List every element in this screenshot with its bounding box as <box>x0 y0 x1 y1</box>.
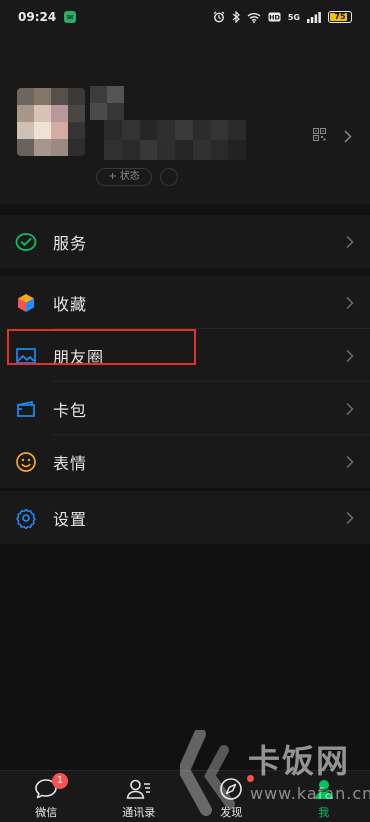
chevron-right-icon <box>346 235 354 248</box>
menu-item-settings[interactable]: 设置 <box>0 491 370 544</box>
add-status-button[interactable]: + 状态 <box>96 168 152 186</box>
unread-badge: 1 <box>52 773 68 789</box>
wifi-icon <box>247 12 261 23</box>
menu-item-favorites[interactable]: 收藏 <box>0 276 370 329</box>
battery-level: 75 <box>334 12 346 21</box>
alarm-icon <box>213 11 225 23</box>
svg-text:HD: HD <box>269 14 280 22</box>
nav-label: 发现 <box>220 806 243 819</box>
nickname-blurred <box>90 86 124 120</box>
status-right: HD 5G 75 <box>213 11 352 23</box>
nav-label: 微信 <box>35 806 58 819</box>
wechat-id-blurred <box>104 120 246 160</box>
qr-code-icon[interactable] <box>313 128 326 141</box>
menu-group-settings: 设置 <box>0 491 370 544</box>
profile-header[interactable]: + 状态 <box>0 34 370 204</box>
contacts-person-icon <box>126 776 152 802</box>
menu-group-services: 服务 <box>0 215 370 268</box>
menu-group-main: 收藏 朋友圈 卡包 表情 <box>0 276 370 488</box>
menu-item-stickers[interactable]: 表情 <box>0 435 370 488</box>
services-check-icon <box>15 231 37 253</box>
chevron-right-icon <box>346 455 354 468</box>
bluetooth-icon <box>232 11 240 23</box>
menu-item-services[interactable]: 服务 <box>0 215 370 268</box>
nav-item-chats[interactable]: 1 微信 <box>0 771 93 822</box>
menu-label: 朋友圈 <box>53 347 105 367</box>
nav-item-me[interactable]: 我 <box>278 771 370 822</box>
avatar[interactable] <box>17 88 85 156</box>
nav-item-contacts[interactable]: 通讯录 <box>93 771 186 822</box>
card-wallet-icon <box>15 398 37 420</box>
nav-item-discover[interactable]: 发现 <box>185 771 278 822</box>
battery-icon: 75 <box>328 11 352 23</box>
discover-red-dot <box>247 775 254 782</box>
me-person-icon <box>313 776 335 802</box>
settings-gear-icon <box>15 507 37 529</box>
menu-label: 卡包 <box>53 400 88 420</box>
favorites-cube-icon <box>15 292 37 314</box>
nav-label: 通讯录 <box>122 806 156 819</box>
chevron-right-icon <box>346 402 354 415</box>
compass-icon <box>219 776 243 802</box>
menu-label: 服务 <box>53 233 88 253</box>
chevron-right-icon <box>346 296 354 309</box>
network-type: 5G <box>287 12 300 22</box>
signal-icon <box>307 11 321 23</box>
chevron-right-icon[interactable] <box>344 130 352 143</box>
status-bar: 09:24 ✉ HD 5G 75 <box>0 0 370 34</box>
nav-label: 我 <box>318 806 330 819</box>
menu-label: 表情 <box>53 453 88 473</box>
menu-item-cards[interactable]: 卡包 <box>0 382 370 435</box>
chevron-right-icon <box>346 511 354 524</box>
hd-icon: HD <box>268 12 280 22</box>
status-left: 09:24 ✉ <box>18 10 77 24</box>
status-more-button[interactable] <box>160 168 178 186</box>
menu-label: 设置 <box>53 509 88 529</box>
menu-item-moments[interactable]: 朋友圈 <box>0 329 370 382</box>
sticker-smile-icon <box>15 451 37 473</box>
moments-image-icon <box>15 345 37 367</box>
chevron-right-icon <box>346 349 354 362</box>
notification-app-icon: ✉ <box>64 11 77 23</box>
status-time: 09:24 <box>18 10 57 24</box>
menu-label: 收藏 <box>53 294 88 314</box>
bottom-nav: 1 微信 通讯录 发现 我 <box>0 770 370 822</box>
